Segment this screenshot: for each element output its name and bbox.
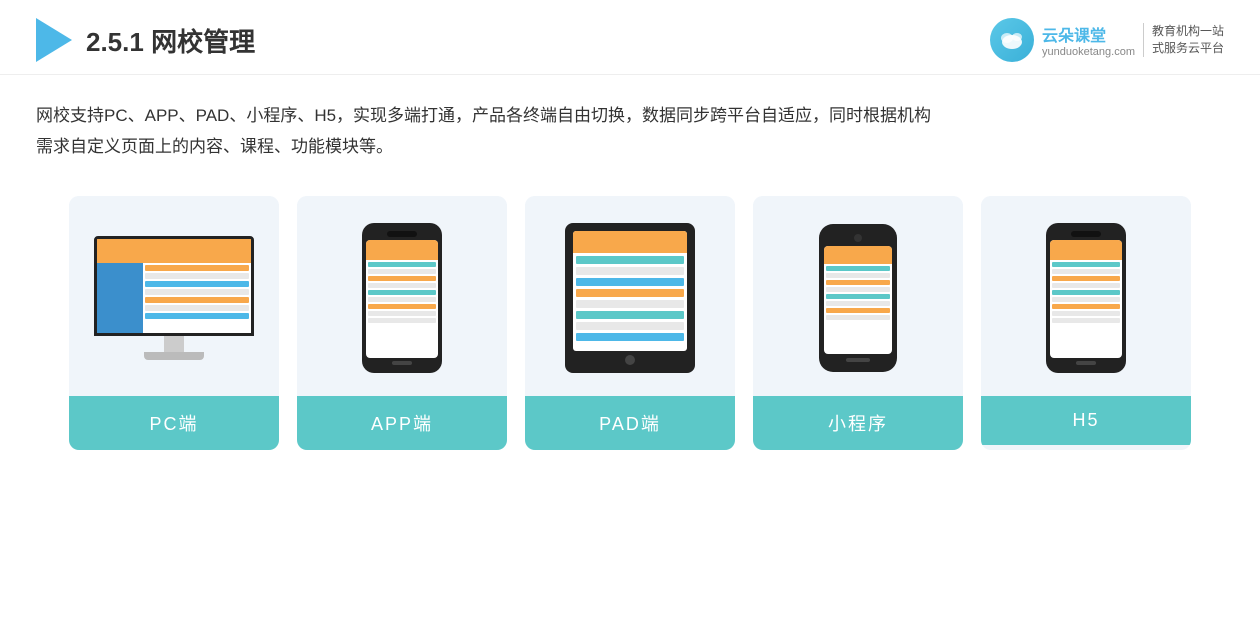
brand-url: yunduoketang.com bbox=[1042, 46, 1135, 58]
card-pc-label: PC端 bbox=[69, 396, 279, 450]
h5-phone-home bbox=[1076, 361, 1096, 365]
mini-phone-icon bbox=[819, 224, 897, 372]
brand-icon bbox=[990, 18, 1034, 62]
card-miniprogram: 小程序 bbox=[753, 196, 963, 450]
header: 2.5.1 网校管理 云朵课堂 yunduoketang.com 教育机构一站 … bbox=[0, 0, 1260, 75]
phone-screen bbox=[366, 240, 438, 358]
card-h5: H5 bbox=[981, 196, 1191, 450]
h5-image-area bbox=[981, 196, 1191, 396]
h5-phone-screen bbox=[1050, 240, 1122, 358]
phone-home-button bbox=[392, 361, 412, 365]
card-app: APP端 bbox=[297, 196, 507, 450]
card-pad-label: PAD端 bbox=[525, 396, 735, 450]
description: 网校支持PC、APP、PAD、小程序、H5，实现多端打通，产品各终端自由切换，数… bbox=[0, 75, 1260, 172]
page-title: 2.5.1 网校管理 bbox=[86, 22, 255, 59]
h5-phone-icon bbox=[1046, 223, 1126, 373]
card-pc: PC端 bbox=[69, 196, 279, 450]
mini-image-area bbox=[753, 196, 963, 396]
header-left: 2.5.1 网校管理 bbox=[36, 18, 255, 62]
brand-logo: 云朵课堂 yunduoketang.com 教育机构一站 式服务云平台 bbox=[990, 18, 1224, 62]
pc-image-area bbox=[69, 196, 279, 396]
mini-phone-screen bbox=[824, 246, 892, 354]
card-app-label: APP端 bbox=[297, 396, 507, 450]
tablet-screen bbox=[573, 231, 687, 351]
pad-image-area bbox=[525, 196, 735, 396]
brand-tagline: 教育机构一站 式服务云平台 bbox=[1143, 23, 1224, 57]
card-h5-label: H5 bbox=[981, 396, 1191, 445]
mini-home-bar bbox=[846, 358, 870, 362]
brand-name: 云朵课堂 bbox=[1042, 22, 1135, 46]
app-image-area bbox=[297, 196, 507, 396]
card-pad: PAD端 bbox=[525, 196, 735, 450]
mini-phone-camera bbox=[854, 234, 862, 242]
pc-monitor-icon bbox=[94, 236, 254, 360]
description-line1: 网校支持PC、APP、PAD、小程序、H5，实现多端打通，产品各终端自由切换，数… bbox=[36, 101, 1224, 132]
logo-triangle-icon bbox=[36, 18, 72, 62]
description-line2: 需求自定义页面上的内容、课程、功能模块等。 bbox=[36, 132, 1224, 163]
phone-notch bbox=[387, 231, 417, 237]
h5-phone-notch bbox=[1071, 231, 1101, 237]
app-phone-icon bbox=[362, 223, 442, 373]
brand-text: 云朵课堂 yunduoketang.com bbox=[1042, 22, 1135, 58]
pad-tablet-icon bbox=[565, 223, 695, 373]
device-cards: PC端 bbox=[0, 172, 1260, 470]
page-wrapper: 2.5.1 网校管理 云朵课堂 yunduoketang.com 教育机构一站 … bbox=[0, 0, 1260, 470]
tablet-home-button bbox=[625, 355, 635, 365]
card-mini-label: 小程序 bbox=[753, 396, 963, 450]
monitor-screen bbox=[94, 236, 254, 336]
